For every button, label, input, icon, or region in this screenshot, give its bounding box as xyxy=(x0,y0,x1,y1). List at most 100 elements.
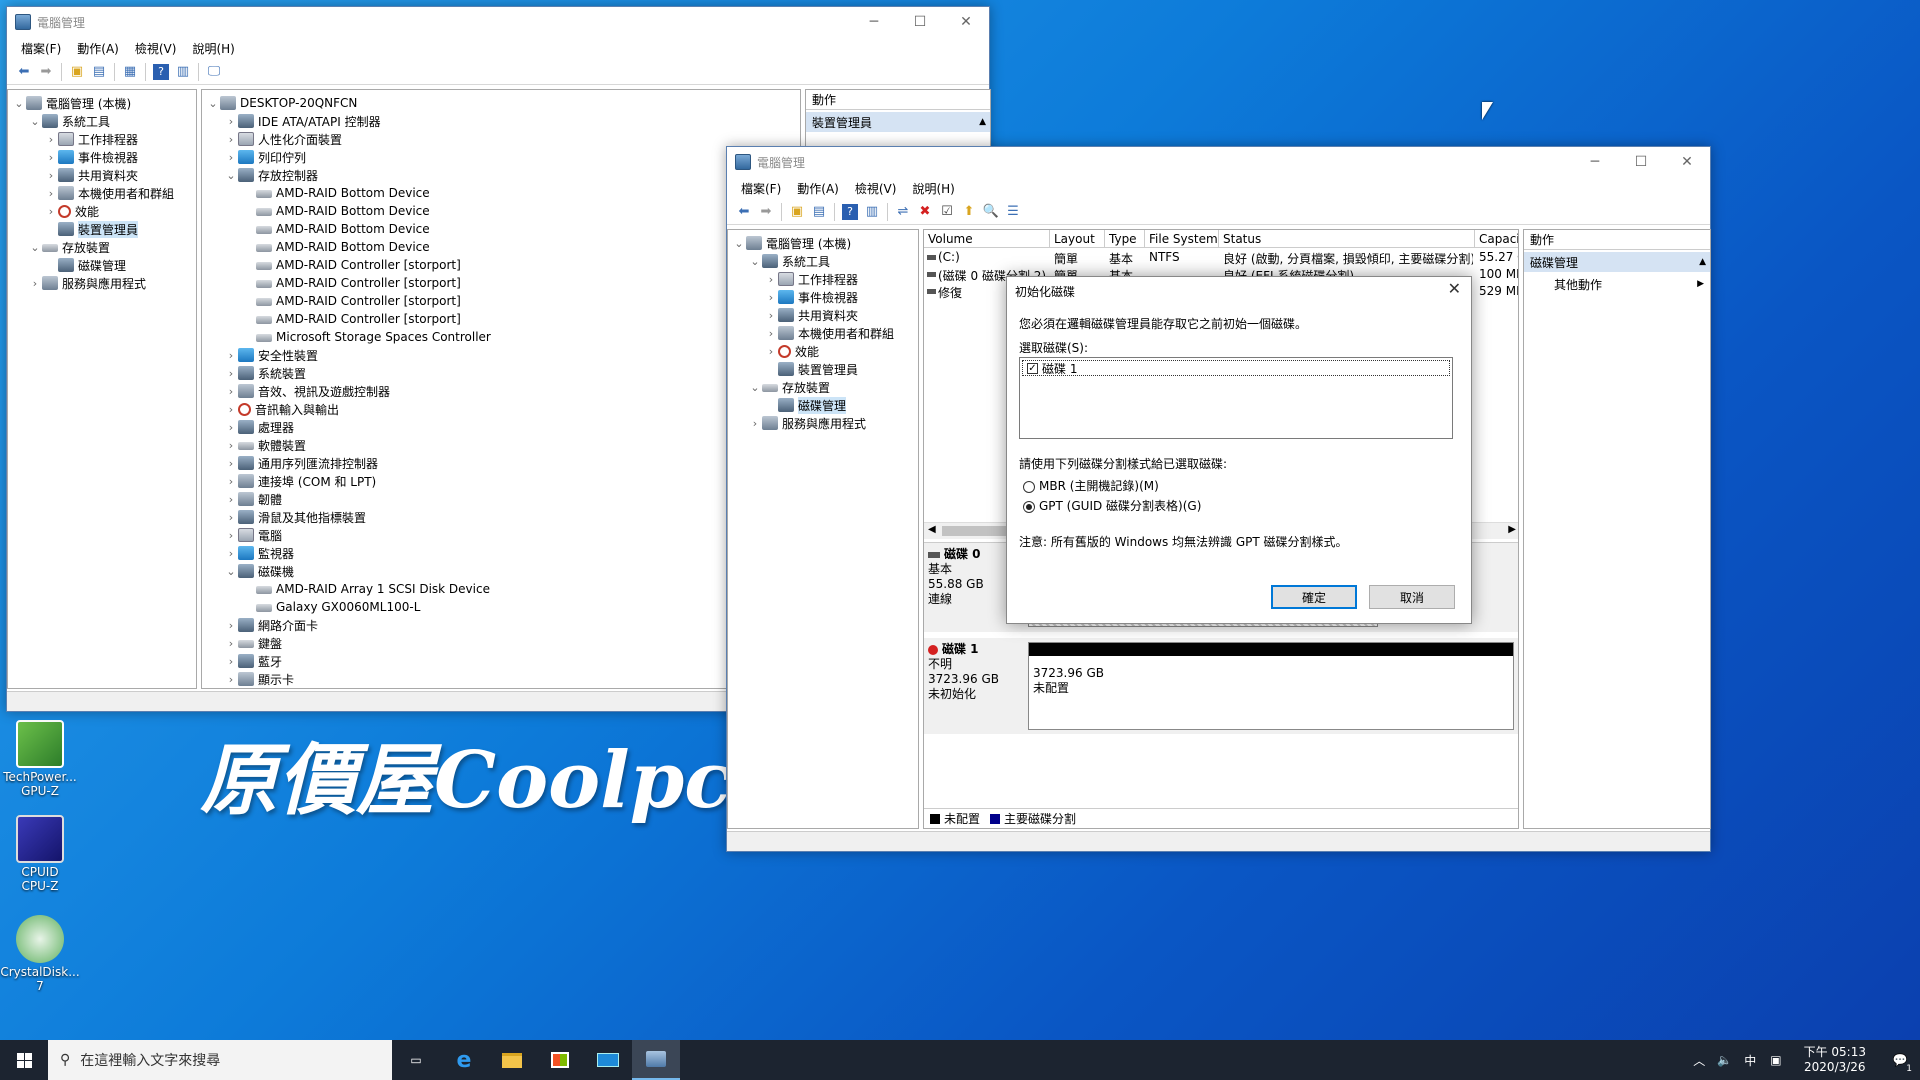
show-hide-tree-icon[interactable]: ▤ xyxy=(88,62,110,82)
close-icon[interactable]: ✕ xyxy=(943,7,989,37)
tree-item[interactable]: › 本機使用者和群組 xyxy=(44,184,174,202)
chevron-right-icon[interactable]: › xyxy=(44,205,58,218)
tree-item[interactable]: AMD-RAID Bottom Device xyxy=(242,238,430,256)
chevron-right-icon[interactable]: › xyxy=(44,187,58,200)
forward-arrow-icon[interactable]: ➡ xyxy=(35,62,57,82)
chevron-down-icon[interactable]: ⌄ xyxy=(224,169,238,182)
chevron-right-icon[interactable]: › xyxy=(28,277,42,290)
help-icon[interactable]: ? xyxy=(153,63,169,80)
cancel-button[interactable]: 取消 xyxy=(1369,585,1455,609)
list-icon[interactable]: ☰ xyxy=(1002,202,1024,222)
search-box[interactable]: ⚲ 在這裡輸入文字來搜尋 xyxy=(48,1040,392,1080)
chevron-right-icon[interactable]: › xyxy=(44,169,58,182)
connect-icon[interactable]: ⇌ xyxy=(892,202,914,222)
tree-item[interactable]: 裝置管理員 xyxy=(44,220,139,238)
menu-help[interactable]: 說明(H) xyxy=(904,180,962,197)
tree-item[interactable]: › 安全性裝置 xyxy=(224,346,318,364)
chevron-right-icon[interactable]: › xyxy=(764,309,778,322)
chevron-right-icon[interactable]: › xyxy=(748,417,762,430)
tree-item[interactable]: › 藍牙 xyxy=(224,652,282,670)
tree-item[interactable]: › 滑鼠及其他指標裝置 xyxy=(224,508,366,526)
checkbox-checked[interactable]: ✓ xyxy=(1027,362,1038,374)
tree-item[interactable]: › 工作排程器 xyxy=(44,130,138,148)
tree-item[interactable]: › 韌體 xyxy=(224,490,282,508)
tree-item[interactable]: 裝置管理員 xyxy=(764,360,858,378)
device-tree-pane[interactable]: ⌄ DESKTOP-20QNFCN › IDE ATA/ATAPI 控制器 › 人性化介面… xyxy=(201,89,801,689)
tree-item[interactable]: AMD-RAID Controller [storport] xyxy=(242,256,461,274)
desktop-icon-crystaldisk[interactable]: CrystalDisk... 7 xyxy=(0,915,80,993)
col-filesystem[interactable]: File System xyxy=(1145,230,1219,248)
tree-item[interactable]: › 事件檢視器 xyxy=(44,148,138,166)
start-button[interactable] xyxy=(0,1040,48,1080)
tree-item[interactable]: ⌄ 存放裝置 xyxy=(28,238,110,256)
col-capacity[interactable]: Capaci xyxy=(1475,230,1518,248)
tree-item[interactable]: › 通用序列匯流排控制器 xyxy=(224,454,378,472)
tree-item[interactable]: › 本機使用者和群組 xyxy=(764,324,894,342)
menu-view[interactable]: 檢視(V) xyxy=(127,40,185,57)
menu-action[interactable]: 動作(A) xyxy=(789,180,847,197)
tree-item[interactable]: › 監視器 xyxy=(224,544,294,562)
action-center-button[interactable]: 💬 1 xyxy=(1880,1040,1920,1080)
volume-cell-status[interactable]: 良好 (啟動, 分頁檔案, 損毀傾印, 主要磁碟分割) xyxy=(1223,250,1473,266)
mail-button[interactable] xyxy=(584,1040,632,1080)
tree-item[interactable]: › 效能 xyxy=(764,342,819,360)
tree-item[interactable]: ⌄ 存放控制器 xyxy=(224,166,318,184)
scroll-left-icon[interactable]: ◀ xyxy=(928,524,936,535)
tree-item[interactable]: ⌄ 存放裝置 xyxy=(748,378,830,396)
search-folder-icon[interactable]: 🔍 xyxy=(980,202,1002,222)
tree-item[interactable]: AMD-RAID Bottom Device xyxy=(242,184,430,202)
ok-button[interactable]: 確定 xyxy=(1271,585,1357,609)
clock[interactable]: 下午 05:13 2020/3/26 xyxy=(1790,1045,1880,1075)
forward-arrow-icon[interactable]: ➡ xyxy=(755,202,777,222)
tree-item[interactable]: AMD-RAID Array 1 SCSI Disk Device xyxy=(242,580,490,598)
tree-item[interactable]: AMD-RAID Bottom Device xyxy=(242,220,430,238)
scroll-right-icon[interactable]: ▶ xyxy=(1508,524,1516,535)
left-tree-pane[interactable]: ⌄ 電腦管理 (本機) ⌄ 系統工具 › 工作排程器 › 事件檢視器 › 共用資料夾 › 本機使用者和… xyxy=(7,89,197,689)
chevron-right-icon[interactable]: › xyxy=(224,133,238,146)
collapse-icon[interactable]: ▲ xyxy=(1699,257,1706,267)
actions-disk-management[interactable]: 磁碟管理 ▲ xyxy=(1524,252,1710,272)
menu-view[interactable]: 檢視(V) xyxy=(847,180,905,197)
collapse-icon[interactable]: ▲ xyxy=(979,117,986,127)
tree-item[interactable]: Galaxy GX0060ML100-L xyxy=(242,598,420,616)
disk-listbox[interactable]: ✓ 磁碟 1 xyxy=(1019,357,1453,439)
help-icon[interactable]: ? xyxy=(842,203,858,220)
disk1-info[interactable]: 磁碟 1 不明 3723.96 GB 未初始化 xyxy=(928,642,1022,730)
col-type[interactable]: Type xyxy=(1105,230,1145,248)
tree-item[interactable]: ⌄ 系統工具 xyxy=(748,252,830,270)
chevron-right-icon[interactable]: › xyxy=(44,151,58,164)
close-icon[interactable]: ✕ xyxy=(1448,279,1461,298)
volume-cell-layout[interactable]: 簡單 xyxy=(1054,250,1104,266)
menu-file[interactable]: 檔案(F) xyxy=(733,180,789,197)
volume-cell-type[interactable]: 基本 xyxy=(1109,250,1145,266)
left-tree-pane[interactable]: ⌄ 電腦管理 (本機) ⌄ 系統工具 › 工作排程器 › 事件檢視器 › 共用資料夾 › 本機使用者和… xyxy=(727,229,919,829)
minimize-icon[interactable]: ─ xyxy=(1572,147,1618,177)
radio-mbr[interactable]: MBR (主開機記錄)(M) xyxy=(1023,477,1159,494)
tree-item[interactable]: › 效能 xyxy=(44,202,99,220)
show-hide-tree-icon[interactable]: ▤ xyxy=(808,202,830,222)
tree-item[interactable]: › 系統裝置 xyxy=(224,364,306,382)
back-arrow-icon[interactable]: ⬅ xyxy=(733,202,755,222)
chevron-right-icon[interactable]: › xyxy=(224,349,238,362)
tree-item[interactable]: › 軟體裝置 xyxy=(224,436,306,454)
chevron-down-icon[interactable]: ⌄ xyxy=(206,97,220,110)
back-arrow-icon[interactable]: ⬅ xyxy=(13,62,35,82)
chevron-right-icon[interactable]: › xyxy=(764,291,778,304)
tree-item[interactable]: ⌄ 系統工具 xyxy=(28,112,110,130)
tree-item[interactable]: › 音效、視訊及遊戲控制器 xyxy=(224,382,390,400)
view-icon[interactable]: ▥ xyxy=(861,202,883,222)
tree-item[interactable]: › 鍵盤 xyxy=(224,634,282,652)
disk1-panel[interactable]: 磁碟 1 不明 3723.96 GB 未初始化 3723.96 GB 未配置 xyxy=(924,638,1518,734)
tree-item[interactable]: › 事件檢視器 xyxy=(764,288,858,306)
volume-icon[interactable]: 🔈 xyxy=(1711,1053,1738,1067)
chevron-down-icon[interactable]: ⌄ xyxy=(28,241,42,254)
tree-item[interactable]: › 工作排程器 xyxy=(764,270,858,288)
maximize-icon[interactable]: ☐ xyxy=(897,7,943,37)
title-bar[interactable]: 電腦管理 ─ ☐ ✕ xyxy=(727,147,1710,177)
tree-item[interactable]: › 共用資料夾 xyxy=(44,166,138,184)
actions-more[interactable]: 其他動作 ▶ xyxy=(1524,274,1710,294)
chevron-right-icon[interactable]: › xyxy=(224,511,238,524)
chevron-right-icon[interactable]: › xyxy=(224,547,238,560)
chevron-right-icon[interactable]: › xyxy=(224,403,238,416)
tree-item[interactable]: › 服務與應用程式 xyxy=(28,274,146,292)
